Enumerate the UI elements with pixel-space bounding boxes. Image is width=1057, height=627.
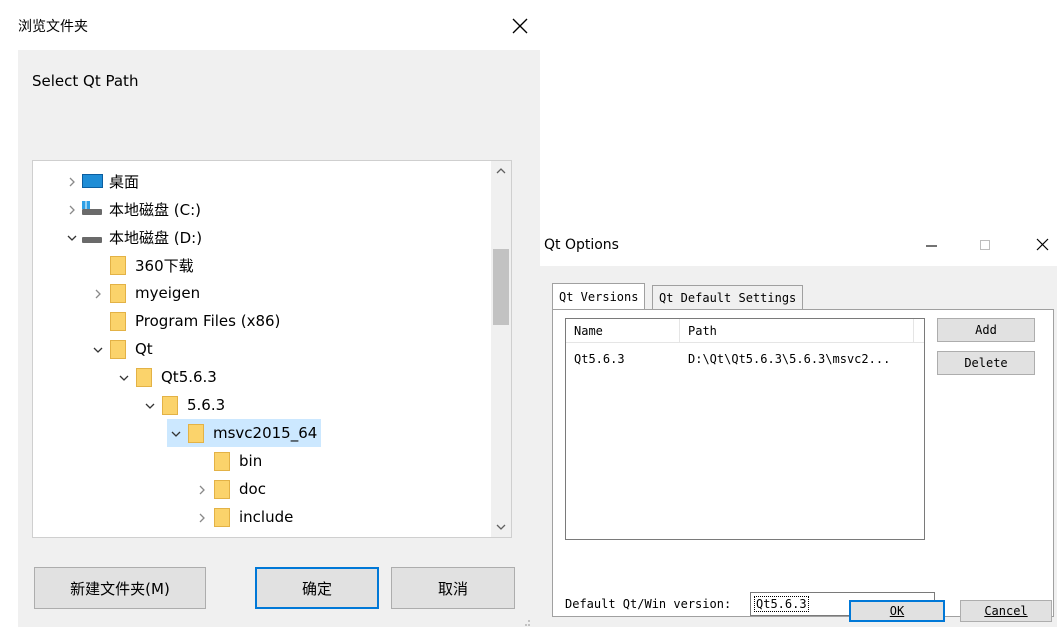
add-button[interactable]: Add bbox=[937, 318, 1035, 342]
browse-close-button[interactable] bbox=[506, 8, 534, 42]
column-header-path[interactable]: Path bbox=[680, 319, 914, 343]
tree-item[interactable]: doc bbox=[193, 475, 266, 503]
qt-titlebar[interactable]: Qt Options bbox=[540, 222, 1057, 266]
desktop-icon bbox=[81, 171, 103, 191]
chevron-down-icon[interactable] bbox=[115, 363, 133, 391]
tree-item[interactable]: bin bbox=[193, 447, 262, 475]
folder-icon bbox=[107, 339, 129, 359]
folder-tree[interactable]: 桌面本地磁盘 (C:) 本地磁盘 (D:) 360下载 myeigen Program … bbox=[32, 160, 512, 538]
tree-item-label: 5.6.3 bbox=[187, 396, 226, 414]
tree-item-label: doc bbox=[239, 480, 266, 498]
resize-grip-icon bbox=[525, 620, 530, 626]
folder-icon bbox=[107, 311, 129, 331]
table-row-name[interactable]: Qt5.6.3 bbox=[566, 349, 625, 369]
list-header: Name Path bbox=[566, 319, 924, 343]
tree-item-label: myeigen bbox=[135, 284, 201, 302]
folder-icon bbox=[211, 479, 233, 499]
chevron-down-icon[interactable] bbox=[141, 391, 159, 419]
tab-qt-versions[interactable]: Qt Versions bbox=[552, 283, 646, 309]
browse-dialog-title: 浏览文件夹 bbox=[18, 19, 88, 35]
tree-item-label: 本地磁盘 (D:) bbox=[109, 228, 203, 247]
qt-versions-list[interactable]: Name Path Qt5.6.3 D:\Qt\Qt5.6.3\5.6.3\ms… bbox=[565, 318, 925, 540]
browse-titlebar[interactable]: 浏览文件夹 bbox=[0, 0, 540, 50]
qt-cancel-button[interactable]: Cancel bbox=[960, 600, 1052, 622]
tree-item[interactable]: 本地磁盘 (D:) bbox=[63, 223, 202, 251]
folder-icon bbox=[133, 367, 155, 387]
qt-ok-button[interactable]: OK bbox=[849, 600, 945, 622]
tree-scrollbar[interactable] bbox=[491, 161, 511, 537]
tree-item[interactable]: Program Files (x86) bbox=[89, 307, 280, 335]
chevron-down-icon[interactable] bbox=[89, 335, 107, 363]
windows-drive-icon bbox=[81, 199, 103, 219]
chevron-right-icon[interactable] bbox=[193, 475, 211, 503]
chevron-down-icon[interactable] bbox=[167, 419, 185, 447]
tree-item-label: bin bbox=[239, 452, 263, 470]
chevron-right-icon[interactable] bbox=[89, 279, 107, 307]
tree-item[interactable]: myeigen bbox=[89, 279, 200, 307]
folder-icon bbox=[211, 507, 233, 527]
tree-item[interactable]: 桌面 bbox=[63, 167, 139, 195]
qt-close-button[interactable] bbox=[1027, 232, 1057, 256]
tree-item-label: 360下载 bbox=[135, 256, 194, 275]
scroll-down-button[interactable] bbox=[491, 517, 511, 537]
chevron-right-icon[interactable] bbox=[63, 195, 81, 223]
folder-icon bbox=[107, 283, 129, 303]
tree-item-label: include bbox=[239, 508, 294, 526]
tree-item[interactable]: include bbox=[193, 503, 293, 531]
qt-options-dialog: Qt Options Qt Versions Qt Default Settin… bbox=[540, 222, 1057, 627]
tree-item-label: 本地磁盘 (C:) bbox=[109, 200, 201, 219]
tree-item-label: Program Files (x86) bbox=[135, 312, 281, 330]
tree-item-label: Qt bbox=[135, 340, 153, 358]
tab-qt-default-settings[interactable]: Qt Default Settings bbox=[652, 285, 804, 309]
chevron-down-icon bbox=[496, 524, 506, 530]
qt-body: Qt Versions Qt Default Settings Name Pat… bbox=[540, 266, 1057, 627]
minimize-icon bbox=[926, 245, 937, 247]
default-version-value: Qt5.6.3 bbox=[754, 596, 809, 612]
minimize-button[interactable] bbox=[916, 232, 946, 256]
table-row-path[interactable]: D:\Qt\Qt5.6.3\5.6.3\msvc2... bbox=[680, 349, 890, 369]
cancel-button[interactable]: 取消 bbox=[391, 567, 515, 609]
tree-item-label: 桌面 bbox=[109, 172, 140, 191]
qt-cancel-label: Cancel bbox=[984, 604, 1028, 618]
folder-icon bbox=[185, 423, 207, 443]
tree-item[interactable]: msvc2015_64 bbox=[167, 419, 322, 447]
browse-folder-dialog: 浏览文件夹 Select Qt Path 桌面本地磁盘 (C:) 本地磁盘 (D:… bbox=[0, 0, 540, 627]
folder-icon bbox=[159, 395, 181, 415]
folder-icon bbox=[211, 451, 233, 471]
drive-icon bbox=[81, 227, 103, 247]
tree-item[interactable]: Qt5.6.3 bbox=[115, 363, 217, 391]
close-icon bbox=[1036, 238, 1049, 251]
desktop-area: 浏览文件夹 Select Qt Path 桌面本地磁盘 (C:) 本地磁盘 (D:… bbox=[0, 0, 1057, 627]
ok-button[interactable]: 确定 bbox=[255, 567, 379, 609]
tree-item-label: Qt5.6.3 bbox=[161, 368, 217, 386]
chevron-right-icon[interactable] bbox=[193, 503, 211, 531]
tree-item[interactable]: Qt bbox=[89, 335, 153, 363]
column-header-name[interactable]: Name bbox=[566, 319, 680, 343]
tree-item-label: msvc2015_64 bbox=[213, 424, 318, 442]
tree-item[interactable]: 5.6.3 bbox=[141, 391, 225, 419]
chevron-right-icon[interactable] bbox=[63, 167, 81, 195]
tree-item[interactable]: 本地磁盘 (C:) bbox=[63, 195, 201, 223]
close-icon bbox=[512, 18, 528, 34]
folder-icon bbox=[107, 255, 129, 275]
default-version-label: Default Qt/Win version: bbox=[565, 597, 732, 611]
qt-versions-pane: Name Path Qt5.6.3 D:\Qt\Qt5.6.3\5.6.3\ms… bbox=[552, 309, 1054, 617]
browse-prompt: Select Qt Path bbox=[32, 72, 139, 90]
chevron-down-icon[interactable] bbox=[63, 223, 81, 251]
new-folder-button[interactable]: 新建文件夹(M) bbox=[34, 567, 206, 609]
scroll-up-button[interactable] bbox=[491, 161, 511, 181]
qt-dialog-title: Qt Options bbox=[544, 237, 619, 253]
qt-ok-label: OK bbox=[889, 604, 905, 618]
maximize-icon bbox=[980, 240, 990, 250]
tree-item[interactable]: 360下载 bbox=[89, 251, 194, 279]
resize-grip[interactable] bbox=[520, 616, 532, 626]
scroll-thumb[interactable] bbox=[493, 249, 509, 325]
chevron-up-icon bbox=[496, 168, 506, 174]
maximize-button[interactable] bbox=[970, 232, 1000, 256]
browse-body: Select Qt Path 桌面本地磁盘 (C:) 本地磁盘 (D:) 360下载… bbox=[18, 50, 540, 627]
delete-button[interactable]: Delete bbox=[937, 351, 1035, 375]
